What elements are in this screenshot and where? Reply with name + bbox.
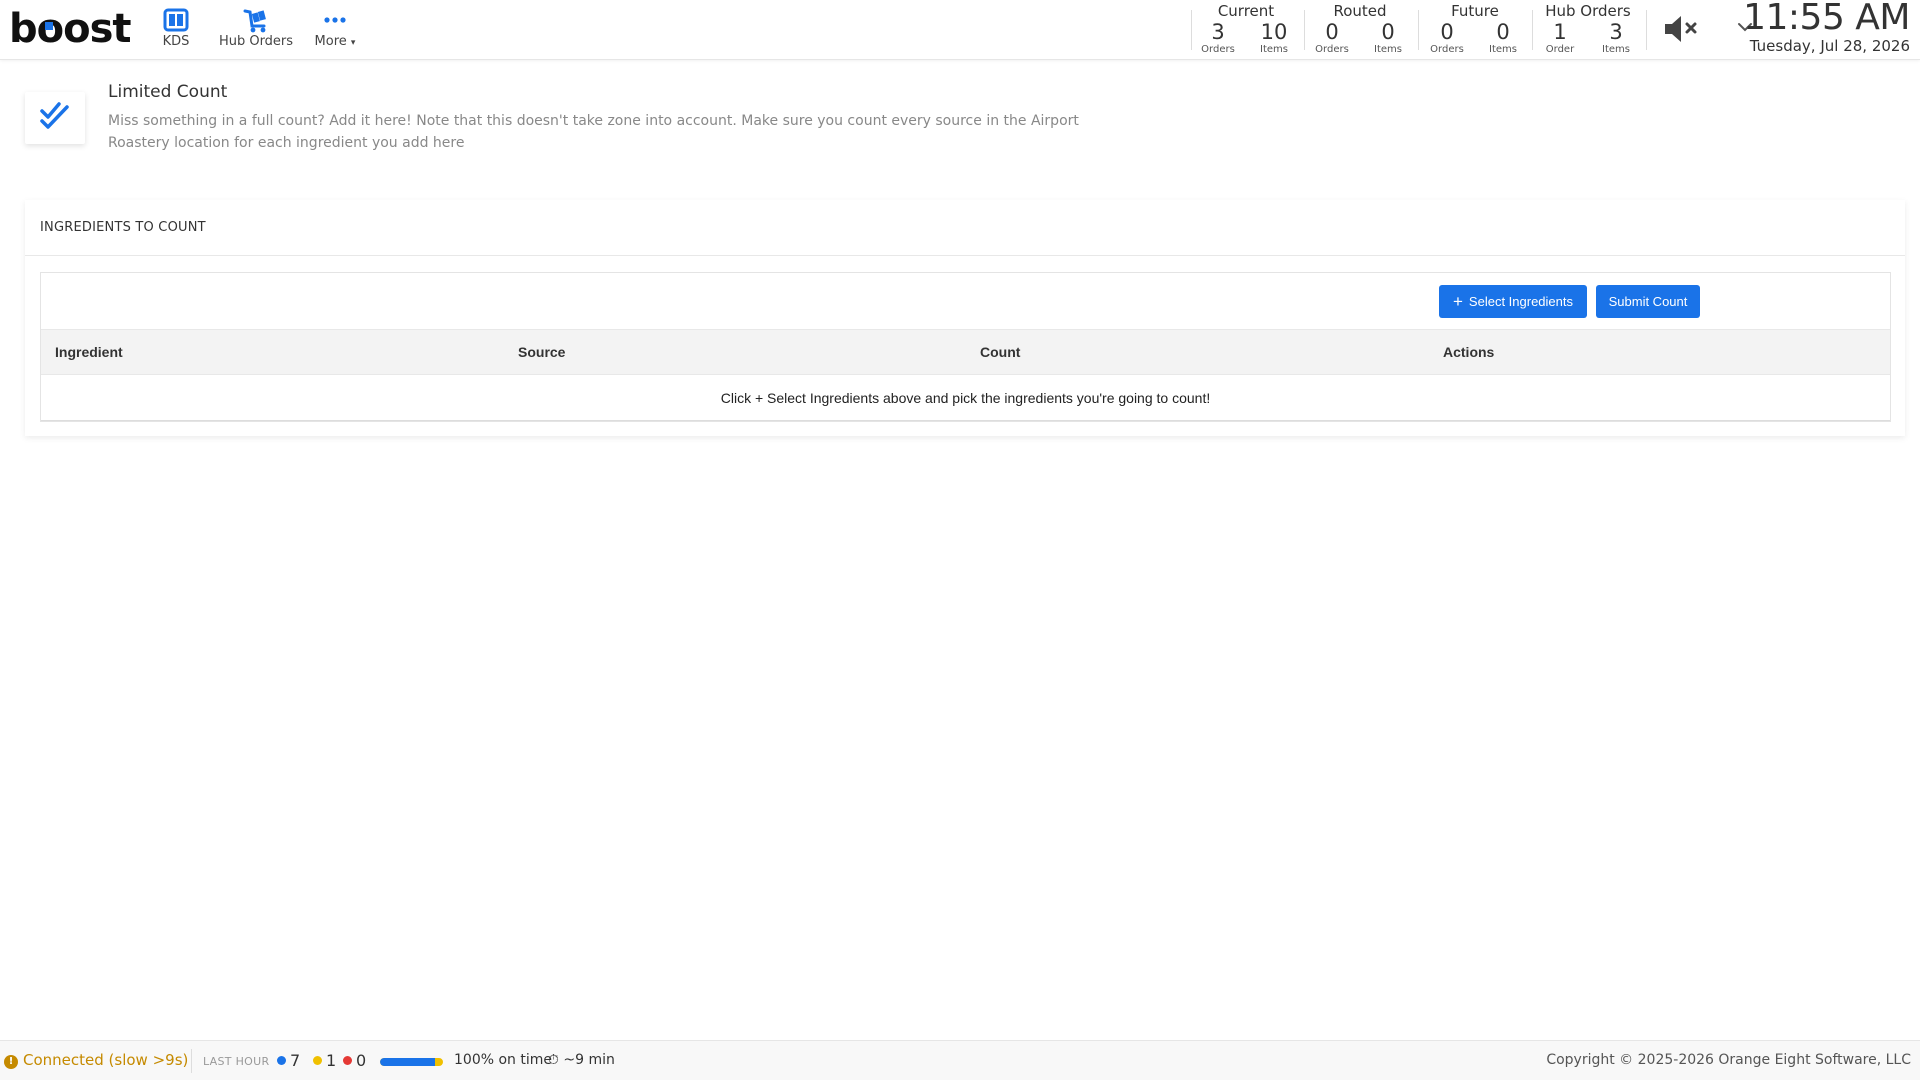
blue-dot-icon (277, 1056, 286, 1065)
last-hour-label: LAST HOUR (203, 1055, 270, 1068)
yellow-dot-icon (313, 1056, 322, 1065)
stat-orders-count: 0 (1440, 20, 1454, 44)
chevron-down-icon: ▾ (350, 38, 356, 48)
column-header-source[interactable]: Source (518, 330, 565, 374)
stat-orders-count: 0 (1325, 20, 1339, 44)
top-bar: boost KDS Hub Orders More ▾ Current 3Ord… (0, 0, 1920, 60)
empty-table-message: Click + Select Ingredients above and pic… (41, 376, 1890, 421)
select-ingredients-label: Select Ingredients (1468, 294, 1573, 309)
page-title: Limited Count (108, 82, 228, 102)
kds-grid-icon (158, 8, 194, 34)
logo-letter: ost (63, 6, 131, 52)
select-ingredients-button[interactable]: + Select Ingredients (1439, 285, 1587, 318)
on-time-text: 100% on time (454, 1052, 552, 1068)
more-dots-icon (310, 8, 360, 34)
nav-more-label: More ▾ (314, 34, 356, 49)
stat-title: Current (1217, 2, 1275, 20)
divider (191, 1049, 192, 1073)
copyright: Copyright © 2025-2026 Orange Eight Softw… (1546, 1052, 1911, 1068)
logo-letter: b (9, 6, 38, 52)
plus-icon: + (1452, 292, 1463, 311)
table-header: Ingredient Source Count Actions (41, 329, 1890, 375)
divider (1532, 10, 1533, 50)
stat-items-count: 3 (1609, 20, 1623, 44)
on-time-progress-bar (380, 1058, 443, 1066)
divider (1418, 10, 1419, 50)
hub-cart-icon (216, 8, 296, 34)
stat-orders-unit: Orders (1315, 44, 1349, 55)
stat-current[interactable]: Current 3 Orders 10 Items (1198, 2, 1294, 58)
warning-count: 1 (313, 1051, 336, 1070)
nav-kds-label: KDS (162, 34, 190, 49)
stat-routed[interactable]: Routed 0 Orders 0 Items (1312, 2, 1408, 58)
on-time-count: 7 (277, 1051, 300, 1070)
boost-logo[interactable]: boost (9, 4, 132, 54)
stat-orders-count: 1 (1553, 20, 1567, 44)
stat-orders-count: 3 (1211, 20, 1225, 44)
stat-items-count: 0 (1381, 20, 1395, 44)
nav-hub-orders[interactable]: Hub Orders (216, 8, 296, 49)
stat-items-unit: Items (1374, 44, 1402, 55)
nav-more[interactable]: More ▾ (310, 8, 360, 49)
column-header-ingredient[interactable]: Ingredient (55, 330, 123, 374)
submit-count-button[interactable]: Submit Count (1596, 285, 1700, 318)
stat-items-unit: Items (1489, 44, 1517, 55)
stat-orders-unit: Order (1545, 44, 1575, 55)
status-footer: ! Connected (slow >9s) LAST HOUR 7 1 0 10… (0, 1040, 1920, 1080)
divider (25, 255, 1905, 256)
double-check-icon (25, 92, 85, 144)
late-count: 0 (343, 1051, 366, 1070)
card-title: INGREDIENTS TO COUNT (40, 220, 206, 235)
stat-future[interactable]: Future 0 Orders 0 Items (1427, 2, 1523, 58)
connection-status-text: Connected (slow >9s) (23, 1051, 189, 1069)
logo-square (44, 22, 53, 30)
stat-orders-unit: Orders (1430, 44, 1464, 55)
page-description: Miss something in a full count? Add it h… (108, 113, 1079, 151)
stat-items-unit: Items (1260, 44, 1288, 55)
nav-hub-orders-label: Hub Orders (218, 34, 294, 49)
warning-circle-icon: ! (4, 1055, 18, 1069)
red-dot-icon (343, 1056, 352, 1065)
stat-items-count: 10 (1260, 20, 1288, 44)
column-header-actions: Actions (1443, 344, 1495, 360)
ingredients-table: + Select Ingredients Submit Count Ingredi… (40, 272, 1891, 422)
stat-hub-orders[interactable]: Hub Orders 1 Order 3 Items (1540, 2, 1636, 58)
speaker-muted-icon[interactable] (1662, 12, 1702, 46)
clock-date: Tuesday, Jul 28, 2026 (1749, 37, 1910, 55)
connection-status[interactable]: ! Connected (slow >9s) (4, 1051, 188, 1069)
average-time: ⏱ ~9 min (548, 1052, 615, 1068)
stat-items-count: 0 (1496, 20, 1510, 44)
divider (1304, 10, 1305, 50)
stat-title: Future (1451, 2, 1499, 20)
nav-kds[interactable]: KDS (158, 8, 194, 49)
clock: 11:55 AM Tuesday, Jul 28, 2026 (1743, 0, 1910, 54)
stat-orders-unit: Orders (1201, 44, 1235, 55)
stat-title: Hub Orders (1545, 2, 1631, 20)
clock-time: 11:55 AM (1743, 0, 1910, 38)
divider (1646, 10, 1647, 50)
divider (1191, 10, 1192, 50)
ingredients-card: INGREDIENTS TO COUNT + Select Ingredients… (25, 200, 1905, 436)
logo-letter: o (37, 4, 65, 54)
progress-fill (380, 1058, 436, 1066)
stat-items-unit: Items (1602, 44, 1630, 55)
column-header-count[interactable]: Count (980, 330, 1020, 374)
stat-title: Routed (1333, 2, 1387, 20)
stopwatch-icon: ⏱ (548, 1052, 559, 1068)
